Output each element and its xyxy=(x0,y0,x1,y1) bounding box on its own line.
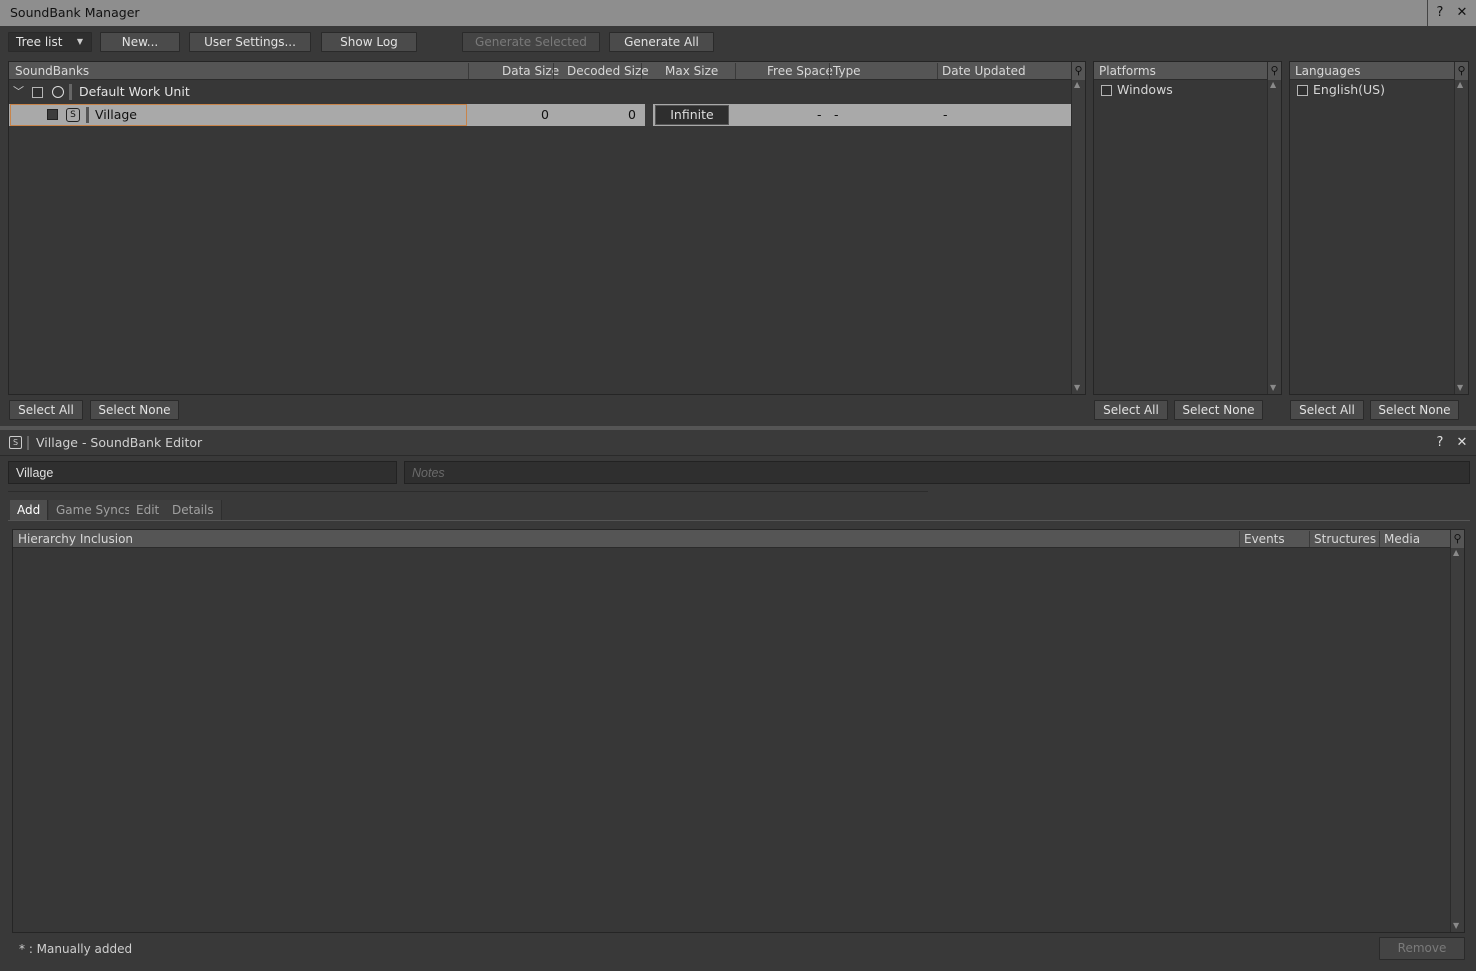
search-icon[interactable]: ⚲ xyxy=(1455,62,1468,80)
date-updated-value: - xyxy=(943,107,948,122)
soundbank-name: Village xyxy=(95,107,137,122)
soundbanks-select-none-button[interactable]: Select None xyxy=(90,400,179,420)
work-unit-checkbox[interactable] xyxy=(32,87,43,98)
show-log-button[interactable]: Show Log xyxy=(321,32,417,52)
languages-header-label: Languages xyxy=(1295,64,1361,78)
platforms-select-none-button[interactable]: Select None xyxy=(1174,400,1263,420)
search-icon[interactable]: ⚲ xyxy=(1072,62,1085,80)
soundbank-name-input[interactable] xyxy=(8,461,397,484)
platforms-header-label: Platforms xyxy=(1099,64,1156,78)
language-checkbox[interactable] xyxy=(1297,85,1308,96)
type-value: - xyxy=(834,107,839,122)
tab-game-syncs[interactable]: Game Syncs xyxy=(49,500,139,520)
scroll-up-icon[interactable]: ▲ xyxy=(1270,80,1276,89)
chevron-down-icon: ▼ xyxy=(76,37,83,46)
col-structures[interactable]: Structures xyxy=(1314,530,1376,548)
free-space-value: - xyxy=(817,107,822,122)
view-mode-label: Tree list xyxy=(16,35,63,49)
max-size-value: Infinite xyxy=(670,107,714,122)
col-data-size[interactable]: Data Size xyxy=(502,62,559,80)
col-free-space[interactable]: Free Space xyxy=(767,62,833,80)
manager-title: SoundBank Manager xyxy=(10,5,140,20)
user-settings-button[interactable]: User Settings... xyxy=(189,32,311,52)
platforms-scrollbar[interactable]: ⚲ ▲ ▼ xyxy=(1267,62,1281,394)
footer-note: * : Manually added xyxy=(19,942,133,956)
col-media[interactable]: Media xyxy=(1384,530,1420,548)
close-icon[interactable]: ✕ xyxy=(1452,430,1472,456)
languages-header: Languages xyxy=(1290,62,1454,80)
col-events[interactable]: Events xyxy=(1244,530,1285,548)
generate-selected-button[interactable]: Generate Selected xyxy=(462,32,600,52)
new-button[interactable]: New... xyxy=(100,32,180,52)
languages-scrollbar[interactable]: ⚲ ▲ ▼ xyxy=(1454,62,1468,394)
help-icon[interactable]: ? xyxy=(1429,0,1451,26)
soundbanks-header: SoundBanks Data Size Decoded Size Max Si… xyxy=(9,62,1071,80)
soundbanks-select-all-button[interactable]: Select All xyxy=(9,400,83,420)
remove-button[interactable]: Remove xyxy=(1379,937,1465,960)
manager-title-bar: SoundBank Manager ? ✕ xyxy=(0,0,1476,26)
max-size-field[interactable]: Infinite xyxy=(655,105,729,125)
scroll-down-icon[interactable]: ▼ xyxy=(1457,383,1463,392)
work-unit-label: Default Work Unit xyxy=(79,84,190,99)
chevron-expand-icon[interactable]: ﹀ xyxy=(13,81,24,103)
tree-row-work-unit[interactable]: ﹀ Default Work Unit xyxy=(9,81,1071,103)
scroll-down-icon[interactable]: ▼ xyxy=(1453,921,1459,930)
editor-title: Village - SoundBank Editor xyxy=(36,435,203,450)
platforms-header: Platforms xyxy=(1094,62,1267,80)
data-size-value: 0 xyxy=(541,107,549,122)
languages-list[interactable]: Languages English(US) ⚲ ▲ ▼ xyxy=(1289,61,1469,395)
tab-edit[interactable]: Edit xyxy=(129,500,168,520)
tab-details[interactable]: Details xyxy=(165,500,222,520)
list-item[interactable]: Windows xyxy=(1094,79,1264,101)
notes-input[interactable] xyxy=(404,461,1470,484)
platforms-select-all-button[interactable]: Select All xyxy=(1094,400,1168,420)
help-icon[interactable]: ? xyxy=(1430,430,1450,456)
list-item[interactable]: English(US) xyxy=(1290,79,1450,101)
work-unit-icon xyxy=(52,86,64,98)
hierarchy-header: Hierarchy Inclusion Events Structures Me… xyxy=(13,530,1450,548)
scroll-down-icon[interactable]: ▼ xyxy=(1074,383,1080,392)
col-decoded-size[interactable]: Decoded Size xyxy=(567,62,649,80)
soundbank-icon: S xyxy=(66,108,80,122)
tab-add[interactable]: Add xyxy=(10,500,49,520)
close-icon[interactable]: ✕ xyxy=(1451,0,1473,26)
decoded-size-value: 0 xyxy=(628,107,636,122)
table-row[interactable]: S Village 0 0 Infinite - - - xyxy=(9,104,1071,126)
hierarchy-scrollbar[interactable]: ⚲ ▲ ▼ xyxy=(1450,530,1464,932)
scroll-up-icon[interactable]: ▲ xyxy=(1074,80,1080,89)
soundbanks-list[interactable]: SoundBanks Data Size Decoded Size Max Si… xyxy=(8,61,1086,395)
languages-select-all-button[interactable]: Select All xyxy=(1290,400,1364,420)
col-max-size[interactable]: Max Size xyxy=(665,62,718,80)
platform-checkbox[interactable] xyxy=(1101,85,1112,96)
col-soundbanks[interactable]: SoundBanks xyxy=(15,62,89,80)
generate-all-button[interactable]: Generate All xyxy=(609,32,714,52)
col-date-updated[interactable]: Date Updated xyxy=(942,62,1026,80)
search-icon[interactable]: ⚲ xyxy=(1268,62,1281,80)
col-hierarchy-inclusion[interactable]: Hierarchy Inclusion xyxy=(18,530,133,548)
hierarchy-inclusion-list[interactable]: Hierarchy Inclusion Events Structures Me… xyxy=(12,529,1465,933)
language-label: English(US) xyxy=(1313,82,1385,97)
scroll-up-icon[interactable]: ▲ xyxy=(1453,548,1459,557)
scroll-up-icon[interactable]: ▲ xyxy=(1457,80,1463,89)
platform-label: Windows xyxy=(1117,82,1173,97)
col-type[interactable]: Type xyxy=(833,62,861,80)
village-checkbox[interactable] xyxy=(47,109,58,120)
languages-select-none-button[interactable]: Select None xyxy=(1370,400,1459,420)
editor-title-bar: S Village - SoundBank Editor ? ✕ xyxy=(0,430,1476,456)
platforms-list[interactable]: Platforms Windows ⚲ ▲ ▼ xyxy=(1093,61,1282,395)
view-mode-select[interactable]: Tree list ▼ xyxy=(8,32,92,52)
scroll-down-icon[interactable]: ▼ xyxy=(1270,383,1276,392)
search-icon[interactable]: ⚲ xyxy=(1451,530,1464,548)
soundbanks-scrollbar[interactable]: ⚲ ▲ ▼ xyxy=(1071,62,1085,394)
soundbank-icon: S xyxy=(9,436,22,449)
